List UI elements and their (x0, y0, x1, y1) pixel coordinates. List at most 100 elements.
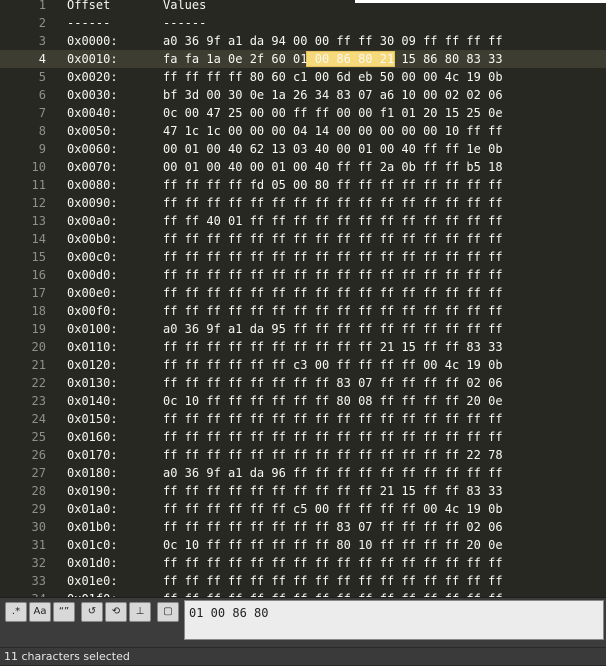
hex-values-cell: ff ff ff ff ff ff c3 00 ff ff ff ff 00 4… (163, 358, 503, 372)
line-number: 2 (38, 16, 46, 30)
line-number: 15 (31, 250, 46, 264)
line-number: 16 (31, 268, 46, 282)
hex-values-cell: ff ff ff ff ff ff ff ff ff ff ff ff ff f… (163, 232, 503, 246)
hex-values-cell: ff ff ff ff ff ff ff ff ff ff ff ff ff f… (163, 268, 503, 282)
line-number: 5 (38, 70, 46, 84)
offset-cell: 0x00b0: (67, 232, 118, 246)
regex-toggle-button[interactable]: .* (5, 602, 27, 622)
offset-cell: 0x0140: (67, 394, 118, 408)
offset-cell: 0x0000: (67, 34, 118, 48)
offset-cell: 0x0010: (67, 52, 118, 66)
offset-cell: 0x01c0: (67, 538, 118, 552)
show-context-toggle-button[interactable]: ▢ (157, 602, 179, 622)
hex-values-cell: a0 36 9f a1 da 96 ff ff ff ff ff ff ff f… (163, 466, 503, 480)
line-number: 32 (31, 556, 46, 570)
line-number: 30 (31, 520, 46, 534)
hex-values-cell: ------ (163, 16, 207, 30)
overlay-panel-edge (355, 0, 606, 3)
line-number: 20 (31, 340, 46, 354)
offset-cell: 0x00a0: (67, 214, 118, 228)
offset-cell: 0x0040: (67, 106, 118, 120)
find-panel: .* Aa “” ↺ ⟲ ⊥ ▢ 01 00 86 80 (0, 597, 606, 648)
line-number: 27 (31, 466, 46, 480)
hex-values-cell: ff ff ff ff ff ff ff ff ff ff ff ff ff f… (163, 250, 503, 264)
hex-values-cell: bf 3d 00 30 0e 1a 26 34 83 07 a6 10 00 0… (163, 88, 503, 102)
case-sensitive-toggle-button[interactable]: Aa (29, 602, 51, 622)
hex-values-cell: ff ff ff ff ff ff ff ff ff ff ff ff ff f… (163, 574, 503, 588)
offset-cell: 0x00d0: (67, 268, 118, 282)
hex-values-cell: 0c 10 ff ff ff ff ff ff 80 10 ff ff ff f… (163, 538, 503, 552)
highlight-matches-toggle-button[interactable]: ⊥ (129, 602, 151, 622)
hex-values-cell: ff ff 40 01 ff ff ff ff ff ff ff ff ff f… (163, 214, 503, 228)
hex-values-cell: 0c 10 ff ff ff ff ff ff 80 08 ff ff ff f… (163, 394, 503, 408)
line-number: 3 (38, 34, 46, 48)
line-number: 8 (38, 124, 46, 138)
offset-cell: 0x0070: (67, 160, 118, 174)
line-number: 23 (31, 394, 46, 408)
line-number: 1 (38, 0, 46, 12)
line-number: 25 (31, 430, 46, 444)
status-bar: 11 characters selected (0, 647, 606, 665)
find-input[interactable]: 01 00 86 80 (184, 600, 604, 640)
offset-cell: 0x0020: (67, 70, 118, 84)
hex-values-cell: ff ff ff ff ff ff ff ff ff ff ff ff ff f… (163, 412, 503, 426)
offset-cell: 0x0090: (67, 196, 118, 210)
text-editor[interactable]: 1 Offset Values 2 ------ ------ 3 0x0000: a0 36 … (0, 0, 606, 597)
offset-cell: 0x0110: (67, 340, 118, 354)
offset-cell: 0x01f0: (67, 590, 118, 597)
offset-cell: 0x0130: (67, 376, 118, 390)
offset-cell: 0x0120: (67, 358, 118, 372)
hex-values-cell: ff ff ff ff ff ff ff ff ff ff ff ff ff f… (163, 556, 503, 570)
line-number: 33 (31, 574, 46, 588)
offset-cell: 0x00f0: (67, 304, 118, 318)
offset-cell: 0x0030: (67, 88, 118, 102)
hex-values-cell: ff ff ff ff 80 60 c1 00 6d eb 50 00 00 4… (163, 70, 503, 84)
hex-values-cell: ff ff ff ff ff ff ff ff ff ff ff ff ff f… (163, 196, 503, 210)
wrap-toggle-button[interactable]: ↺ (81, 602, 103, 622)
line-number: 26 (31, 448, 46, 462)
line-number: 11 (31, 178, 46, 192)
offset-cell: 0x0100: (67, 322, 118, 336)
line-number: 13 (31, 214, 46, 228)
hex-values-cell: a0 36 9f a1 da 94 00 00 ff ff 30 09 ff f… (163, 34, 503, 48)
hex-values-cell: Values (163, 0, 207, 12)
line-number: 28 (31, 484, 46, 498)
line-number: 31 (31, 538, 46, 552)
offset-cell: Offset (67, 0, 111, 12)
offset-cell: 0x01e0: (67, 574, 118, 588)
line-number: 7 (38, 106, 46, 120)
status-selection-text: 11 characters selected (4, 650, 130, 663)
hex-values-cell: 47 1c 1c 00 00 00 04 14 00 00 00 00 00 1… (163, 124, 503, 138)
offset-cell: 0x0060: (67, 142, 118, 156)
hex-values-cell: ff ff ff ff ff ff ff ff ff ff 21 15 ff f… (163, 484, 503, 498)
offset-cell: 0x01b0: (67, 520, 118, 534)
hex-values-cell: ff ff ff ff ff ff ff ff ff ff ff ff ff f… (163, 286, 503, 300)
hex-values-cell: ff ff ff ff ff ff ff ff 83 07 ff ff ff f… (163, 376, 503, 390)
whole-word-toggle-button[interactable]: “” (53, 602, 75, 622)
hex-values-cell: a0 36 9f a1 da 95 ff ff ff ff ff ff ff f… (163, 322, 503, 336)
offset-cell: 0x0160: (67, 430, 118, 444)
line-number: 17 (31, 286, 46, 300)
offset-cell: 0x0180: (67, 466, 118, 480)
line-number: 24 (31, 412, 46, 426)
line-number: 29 (31, 502, 46, 516)
line-number: 22 (31, 376, 46, 390)
line-number: 10 (31, 160, 46, 174)
hex-values-cell: ff ff ff ff ff ff ff ff 83 07 ff ff ff f… (163, 520, 503, 534)
offset-cell: 0x0150: (67, 412, 118, 426)
hex-values-cell: ff ff ff ff fd 05 00 80 ff ff ff ff ff f… (163, 178, 503, 192)
in-selection-toggle-button[interactable]: ⟲ (105, 602, 127, 622)
hex-values-cell: ff ff ff ff ff ff ff ff ff ff ff ff ff f… (163, 304, 503, 318)
line-number: 6 (38, 88, 46, 102)
line-number: 19 (31, 322, 46, 336)
offset-cell: 0x0050: (67, 124, 118, 138)
line-number: 21 (31, 358, 46, 372)
hex-values-cell: fa fa 1a 0e 2f 60 01 00 86 80 21 15 86 8… (163, 52, 503, 66)
offset-cell: 0x00e0: (67, 286, 118, 300)
line-number: 34 (0, 590, 46, 597)
offset-cell: 0x00c0: (67, 250, 118, 264)
offset-cell: 0x01a0: (67, 502, 118, 516)
offset-cell: 0x01d0: (67, 556, 118, 570)
line-number: 12 (31, 196, 46, 210)
hex-values-cell: 00 01 00 40 62 13 03 40 00 01 00 40 ff f… (163, 142, 503, 156)
